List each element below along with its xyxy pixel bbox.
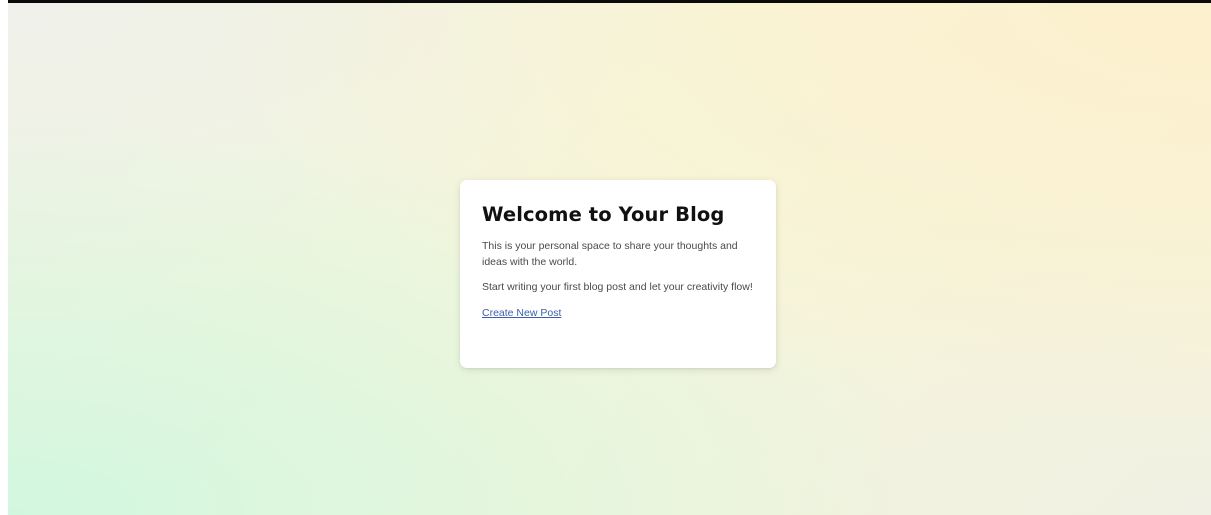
welcome-card: Welcome to Your Blog This is your person… bbox=[460, 180, 776, 368]
welcome-title: Welcome to Your Blog bbox=[482, 203, 725, 226]
welcome-intro-text: This is your personal space to share you… bbox=[482, 240, 738, 268]
top-border bbox=[8, 0, 1211, 3]
welcome-prompt-text: Start writing your first blog post and l… bbox=[482, 281, 753, 293]
create-new-post-link[interactable]: Create New Post bbox=[482, 306, 561, 321]
page-background: Welcome to Your Blog This is your person… bbox=[8, 0, 1211, 515]
